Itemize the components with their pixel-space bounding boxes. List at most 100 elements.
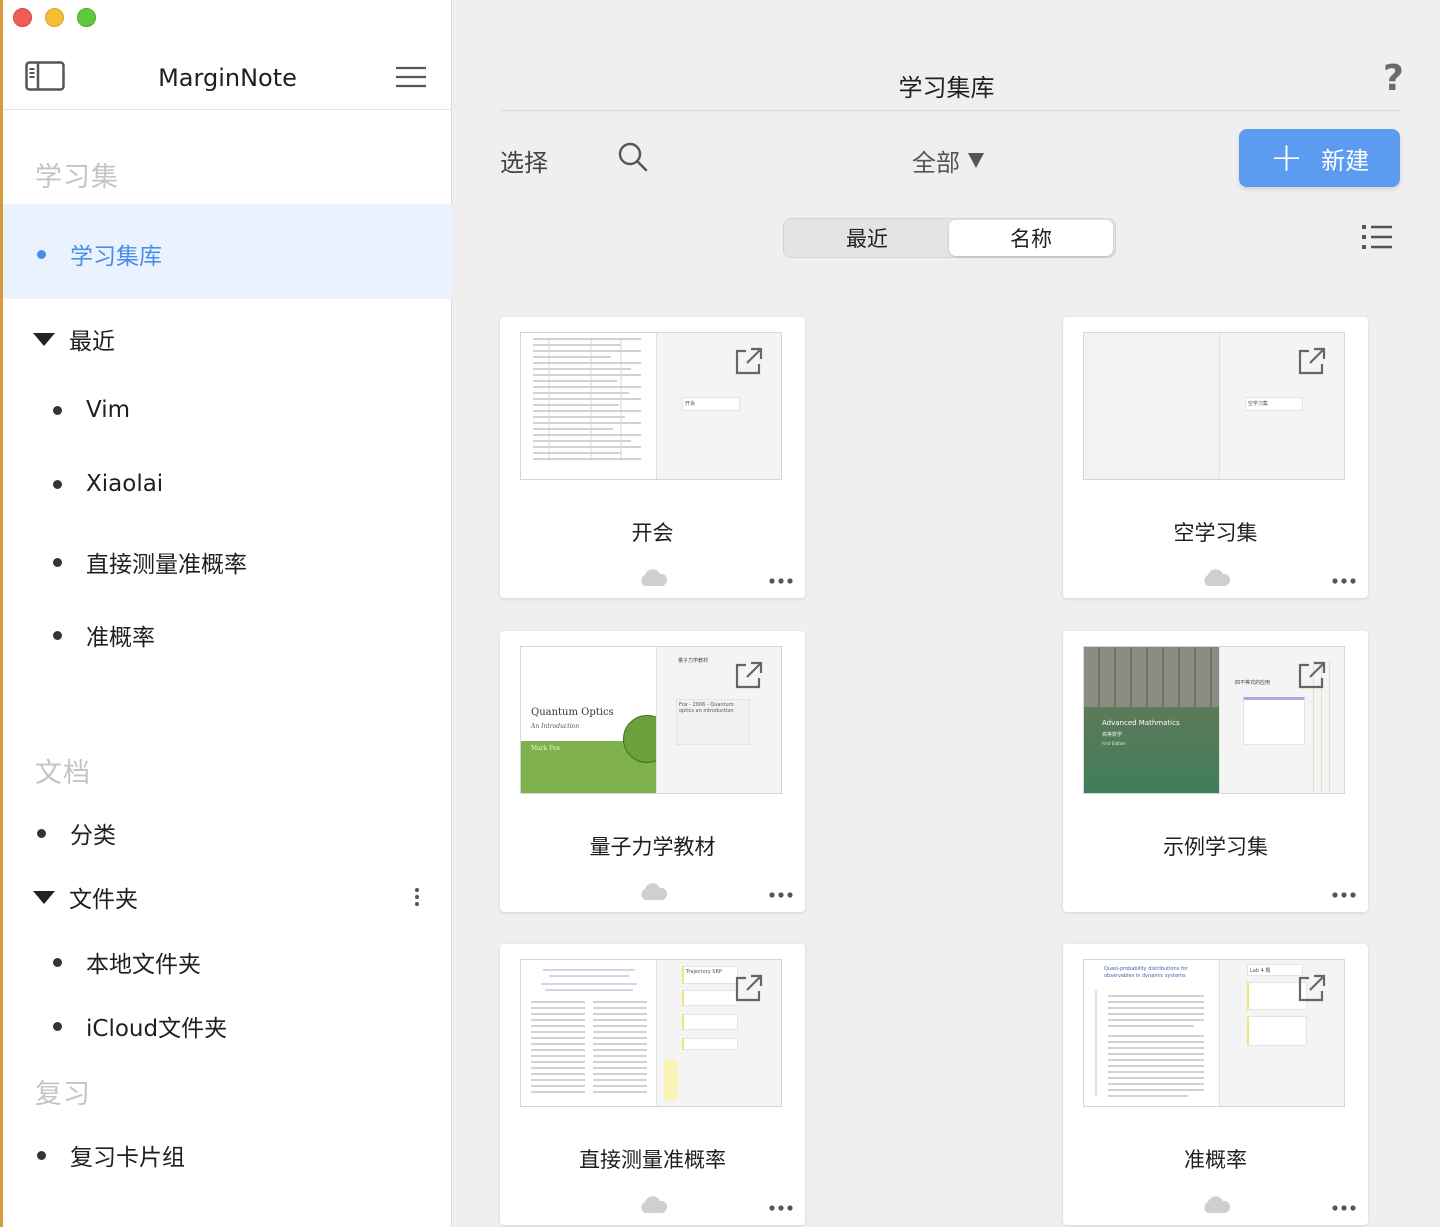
sidebar: MarginNote 学习集 学习集库 最近 Vim Xiaolai 直接测量准… [3, 0, 452, 1227]
note-card: Fox - 2006 - Quantum optics an introduct… [676, 699, 750, 745]
sort-recent-tab[interactable]: 最近 [786, 220, 948, 256]
bullet-icon [37, 828, 46, 838]
sidebar-item-folder[interactable]: 本地文件夹 [53, 945, 201, 979]
note-card [682, 1014, 738, 1030]
open-external-icon[interactable] [733, 661, 763, 691]
hamburger-menu-icon[interactable] [395, 65, 427, 89]
note-card [1243, 697, 1305, 745]
card-title: 直接测量准概率 [579, 1148, 726, 1172]
open-external-icon[interactable] [733, 347, 763, 377]
page-title: 学习集库 [898, 74, 995, 102]
page-edge [1329, 661, 1330, 791]
sidebar-item-recent[interactable]: Xiaolai [53, 471, 163, 497]
note-heading: 量子力学教材 [678, 658, 709, 664]
cloud-icon [1204, 569, 1231, 586]
document-page-preview [521, 333, 657, 479]
more-options-icon[interactable] [1332, 577, 1356, 585]
sidebar-item-review-deck[interactable]: 复习卡片组 [37, 1138, 185, 1172]
book-author: Mark Fox [531, 745, 560, 752]
sidebar-group-label: 文件夹 [69, 887, 138, 913]
sidebar-group-label: 最近 [69, 329, 115, 355]
new-button[interactable]: + 新建 [1239, 129, 1400, 187]
disclosure-triangle-icon[interactable] [33, 890, 55, 904]
sidebar-item-recent[interactable]: 直接测量准概率 [53, 545, 247, 579]
sidebar-header: MarginNote [3, 52, 452, 110]
filter-label: 全部 [912, 149, 960, 177]
cloud-icon [641, 569, 668, 586]
minimize-window-button[interactable] [45, 8, 64, 27]
cover-stone-texture [1084, 647, 1219, 707]
cloud-icon [641, 1196, 668, 1213]
section-header-docs: 文档 [35, 758, 91, 789]
book-subtitle: An Introduction [531, 723, 580, 730]
card-thumbnail: 开会 [520, 332, 782, 480]
note-card [682, 990, 738, 1006]
filter-dropdown[interactable]: 全部 [912, 143, 984, 178]
zoom-window-button[interactable] [77, 8, 96, 27]
cloud-icon [641, 883, 668, 900]
note-card: 开会 [682, 397, 740, 411]
more-options-icon[interactable] [413, 887, 421, 907]
more-options-icon[interactable] [769, 891, 793, 899]
study-set-card[interactable]: 开会 开会 [500, 317, 805, 598]
sidebar-item-label: 准概率 [86, 625, 155, 651]
sort-name-tab[interactable]: 名称 [949, 220, 1113, 256]
more-options-icon[interactable] [1332, 891, 1356, 899]
open-external-icon[interactable] [1296, 347, 1326, 377]
study-set-card[interactable]: Trajectory SRP 直接测量准概率 [500, 944, 805, 1225]
more-options-icon[interactable] [1332, 1204, 1356, 1212]
sidebar-item-recent[interactable]: 准概率 [53, 618, 155, 652]
note-card: Lab 4 概 [1247, 964, 1303, 976]
search-icon[interactable] [617, 141, 649, 173]
sidebar-item-label: 复习卡片组 [70, 1145, 185, 1171]
sidebar-item-label: 学习集库 [70, 244, 162, 270]
section-header-study: 学习集 [35, 162, 119, 193]
bullet-icon [53, 957, 62, 967]
cloud-icon [1204, 1196, 1231, 1213]
sidebar-item-recent[interactable]: Vim [53, 397, 130, 423]
card-thumbnail: Advanced Mathmatics 高等数学 First Edition 四… [1083, 646, 1345, 794]
card-thumbnail: Trajectory SRP [520, 959, 782, 1107]
bullet-icon [37, 1150, 46, 1160]
document-page-preview [1084, 333, 1220, 479]
note-card [682, 1038, 738, 1050]
new-button-label: 新建 [1321, 146, 1370, 175]
card-thumbnail: Quasi-probability distributions for obse… [1083, 959, 1345, 1107]
open-external-icon[interactable] [733, 974, 763, 1004]
card-title: 空学习集 [1173, 521, 1258, 545]
sidebar-item-label: Xiaolai [86, 471, 164, 497]
list-view-icon[interactable] [1361, 223, 1393, 251]
study-set-card[interactable]: Quantum Optics An Introduction Mark Fox … [500, 631, 805, 912]
sidebar-group-folders[interactable]: 文件夹 [33, 880, 138, 914]
help-icon[interactable]: ? [1383, 58, 1404, 99]
select-button[interactable]: 选择 [500, 143, 548, 178]
dropdown-arrow-icon [968, 153, 984, 168]
sidebar-item-label: iCloud文件夹 [86, 1016, 228, 1042]
plus-icon: + [1269, 135, 1304, 181]
disclosure-triangle-icon[interactable] [33, 332, 55, 346]
section-header-review: 复习 [35, 1079, 91, 1110]
card-thumbnail: Quantum Optics An Introduction Mark Fox … [520, 646, 782, 794]
sidebar-group-recent[interactable]: 最近 [33, 322, 115, 356]
bullet-icon [53, 1021, 62, 1031]
bullet-icon [53, 405, 62, 415]
sidebar-item-label: Vim [86, 397, 131, 423]
document-page-preview: Quasi-probability distributions for obse… [1084, 960, 1220, 1106]
study-set-card[interactable]: Quasi-probability distributions for obse… [1063, 944, 1368, 1225]
sidebar-item-folder[interactable]: iCloud文件夹 [53, 1009, 227, 1043]
open-external-icon[interactable] [1296, 661, 1326, 691]
book-edition: First Edition [1102, 741, 1126, 746]
card-title: 开会 [631, 521, 674, 545]
book-title: Advanced Mathmatics [1102, 719, 1180, 727]
open-external-icon[interactable] [1296, 974, 1326, 1004]
close-window-button[interactable] [13, 8, 32, 27]
sidebar-item-study-library[interactable]: 学习集库 [37, 237, 162, 271]
book-subtitle: 高等数学 [1102, 732, 1123, 738]
document-page-preview [521, 960, 657, 1106]
more-options-icon[interactable] [769, 1204, 793, 1212]
sidebar-item-category[interactable]: 分类 [37, 816, 116, 850]
book-cover-preview: Advanced Mathmatics 高等数学 First Edition [1084, 647, 1220, 793]
study-set-card[interactable]: Advanced Mathmatics 高等数学 First Edition 四… [1063, 631, 1368, 912]
study-set-card[interactable]: 空学习集 空学习集 [1063, 317, 1368, 598]
more-options-icon[interactable] [769, 577, 793, 585]
